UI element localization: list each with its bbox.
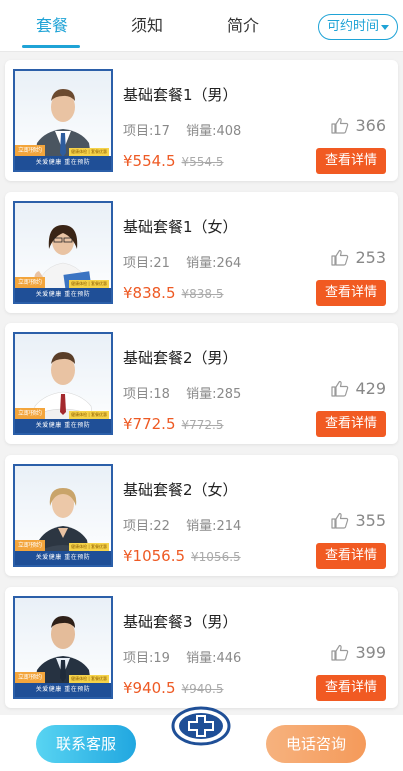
package-thumbnail: 健康体检 | 套餐优惠 立即预约 关爱健康 重在预防 [13, 201, 113, 304]
thumbnail-slogan: 关爱健康 重在预防 [15, 419, 111, 433]
original-price: ¥554.5 [181, 155, 224, 169]
caret-down-icon [381, 25, 389, 30]
package-card[interactable]: 健康体检 | 套餐优惠 立即预约 关爱健康 重在预防 基础套餐2（女） 项目:2… [5, 455, 398, 576]
item-count: 项目:22 [123, 519, 170, 534]
package-card[interactable]: 健康体检 | 套餐优惠 立即预约 关爱健康 重在预防 基础套餐2（男） 项目:1… [5, 323, 398, 444]
package-meta: 项目:18 销量:285 [123, 383, 241, 402]
book-now-tag: 立即预约 [15, 672, 46, 683]
package-thumbnail: 健康体检 | 套餐优惠 立即预约 关爱健康 重在预防 [13, 596, 113, 699]
top-tab-bar: 套餐 须知 简介 可约时间 [0, 0, 403, 52]
thumbnail-slogan: 关爱健康 重在预防 [15, 156, 111, 170]
tab-intro[interactable]: 简介 [203, 0, 283, 52]
like-counter[interactable]: 355 [331, 511, 386, 530]
like-count: 429 [355, 379, 386, 398]
view-details-button[interactable]: 查看详情 [316, 148, 386, 174]
thumbnail-slogan: 关爱健康 重在预防 [15, 683, 111, 697]
original-price: ¥838.5 [181, 287, 224, 301]
contact-service-button[interactable]: 联系客服 [36, 725, 136, 763]
package-title: 基础套餐1（女） [123, 218, 238, 236]
package-card[interactable]: 健康体检 | 套餐优惠 立即预约 关爱健康 重在预防 基础套餐1（男） 项目:1… [5, 60, 398, 181]
tab-notice[interactable]: 须知 [107, 0, 187, 52]
package-meta: 项目:19 销量:446 [123, 647, 241, 666]
item-count: 项目:18 [123, 387, 170, 402]
item-count: 项目:17 [123, 124, 170, 139]
original-price: ¥1056.5 [191, 550, 241, 564]
like-counter[interactable]: 399 [331, 643, 386, 662]
original-price: ¥940.5 [181, 682, 224, 696]
sales-count: 销量:446 [186, 651, 242, 666]
view-details-button[interactable]: 查看详情 [316, 411, 386, 437]
item-count: 项目:19 [123, 651, 170, 666]
price: ¥838.5 ¥838.5 [123, 284, 224, 302]
thumbs-up-icon [331, 380, 349, 397]
current-price: ¥554.5 [123, 152, 176, 170]
current-price: ¥772.5 [123, 415, 176, 433]
sales-count: 销量:214 [186, 519, 242, 534]
like-counter[interactable]: 366 [331, 116, 386, 135]
package-meta: 项目:21 销量:264 [123, 252, 241, 271]
promo-tag: 健康体检 | 套餐优惠 [69, 280, 109, 288]
price: ¥554.5 ¥554.5 [123, 152, 224, 170]
view-details-button[interactable]: 查看详情 [316, 543, 386, 569]
package-title: 基础套餐3（男） [123, 613, 238, 631]
package-thumbnail: 健康体检 | 套餐优惠 立即预约 关爱健康 重在预防 [13, 332, 113, 435]
package-title: 基础套餐2（女） [123, 481, 238, 499]
book-now-tag: 立即预约 [15, 540, 46, 551]
package-thumbnail: 健康体检 | 套餐优惠 立即预约 关爱健康 重在预防 [13, 464, 113, 567]
like-counter[interactable]: 429 [331, 379, 386, 398]
thumbs-up-icon [331, 249, 349, 266]
promo-tag: 健康体检 | 套餐优惠 [69, 411, 109, 419]
like-count: 399 [355, 643, 386, 662]
view-details-button[interactable]: 查看详情 [316, 280, 386, 306]
promo-tag: 健康体检 | 套餐优惠 [69, 543, 109, 551]
like-count: 366 [355, 116, 386, 135]
phone-consult-button[interactable]: 电话咨询 [266, 725, 366, 763]
price: ¥772.5 ¥772.5 [123, 415, 224, 433]
current-price: ¥940.5 [123, 679, 176, 697]
package-card[interactable]: 健康体检 | 套餐优惠 立即预约 关爱健康 重在预防 基础套餐3（男） 项目:1… [5, 587, 398, 708]
sales-count: 销量:264 [186, 256, 242, 271]
available-time-dropdown[interactable]: 可约时间 [318, 14, 398, 40]
package-thumbnail: 健康体检 | 套餐优惠 立即预约 关爱健康 重在预防 [13, 69, 113, 172]
original-price: ¥772.5 [181, 418, 224, 432]
promo-tag: 健康体检 | 套餐优惠 [69, 148, 109, 156]
medical-cross-logo-icon[interactable] [171, 702, 231, 750]
thumbs-up-icon [331, 512, 349, 529]
promo-tag: 健康体检 | 套餐优惠 [69, 675, 109, 683]
price: ¥940.5 ¥940.5 [123, 679, 224, 697]
package-card[interactable]: 健康体检 | 套餐优惠 立即预约 关爱健康 重在预防 基础套餐1（女） 项目:2… [5, 192, 398, 313]
thumbnail-slogan: 关爱健康 重在预防 [15, 551, 111, 565]
thumbs-up-icon [331, 117, 349, 134]
thumbs-up-icon [331, 644, 349, 661]
package-meta: 项目:17 销量:408 [123, 120, 241, 139]
available-time-label: 可约时间 [327, 19, 380, 34]
sales-count: 销量:408 [186, 124, 242, 139]
current-price: ¥838.5 [123, 284, 176, 302]
price: ¥1056.5 ¥1056.5 [123, 547, 241, 565]
like-count: 355 [355, 511, 386, 530]
book-now-tag: 立即预约 [15, 277, 46, 288]
active-tab-indicator [22, 45, 80, 48]
sales-count: 销量:285 [186, 387, 242, 402]
item-count: 项目:21 [123, 256, 170, 271]
thumbnail-slogan: 关爱健康 重在预防 [15, 288, 111, 302]
current-price: ¥1056.5 [123, 547, 186, 565]
book-now-tag: 立即预约 [15, 408, 46, 419]
view-details-button[interactable]: 查看详情 [316, 675, 386, 701]
package-meta: 项目:22 销量:214 [123, 515, 241, 534]
like-counter[interactable]: 253 [331, 248, 386, 267]
package-title: 基础套餐1（男） [123, 86, 238, 104]
book-now-tag: 立即预约 [15, 145, 46, 156]
like-count: 253 [355, 248, 386, 267]
package-title: 基础套餐2（男） [123, 349, 238, 367]
